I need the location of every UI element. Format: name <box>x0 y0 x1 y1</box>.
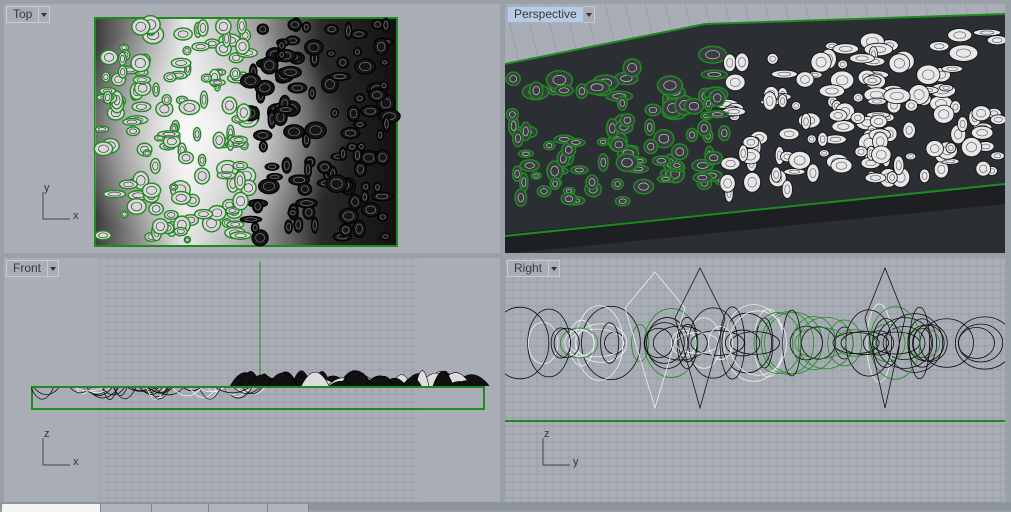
viewport-right-label[interactable]: Right <box>507 260 550 277</box>
axis-z-label: z <box>44 428 50 440</box>
viewport-tab-strip <box>0 502 1011 512</box>
axis-x-label: x <box>73 456 79 468</box>
viewport-perspective-title[interactable]: Perspective <box>507 6 595 23</box>
viewport-top[interactable]: Top y x <box>4 4 500 253</box>
chevron-down-icon[interactable] <box>549 260 561 277</box>
viewport-front[interactable]: Front z x <box>4 258 500 502</box>
viewport-top-title[interactable]: Top <box>6 6 51 23</box>
viewport-perspective[interactable]: Perspective <box>505 4 1005 253</box>
axis-y-label: y <box>44 182 50 194</box>
axis-y-label: y <box>573 456 579 468</box>
chevron-down-icon[interactable] <box>39 6 51 23</box>
viewport-perspective-label[interactable]: Perspective <box>507 6 584 23</box>
viewport-front-label[interactable]: Front <box>6 260 49 277</box>
viewport-tab[interactable] <box>2 504 101 512</box>
viewport-tab[interactable] <box>268 504 309 512</box>
viewport-tab[interactable] <box>152 504 209 512</box>
viewport-tab[interactable] <box>101 504 152 512</box>
perspective-canvas <box>505 4 1005 253</box>
chevron-down-icon[interactable] <box>583 6 595 23</box>
viewport-top-label[interactable]: Top <box>6 6 40 23</box>
right-view-canvas <box>505 258 1005 502</box>
viewport-right-title[interactable]: Right <box>507 260 561 277</box>
axis-x-label: x <box>73 210 79 222</box>
viewport-right[interactable]: Right z y <box>505 258 1005 502</box>
chevron-down-icon[interactable] <box>48 260 60 277</box>
axis-z-label: z <box>544 428 550 440</box>
viewport-tab[interactable] <box>209 504 268 512</box>
viewport-front-title[interactable]: Front <box>6 260 60 277</box>
